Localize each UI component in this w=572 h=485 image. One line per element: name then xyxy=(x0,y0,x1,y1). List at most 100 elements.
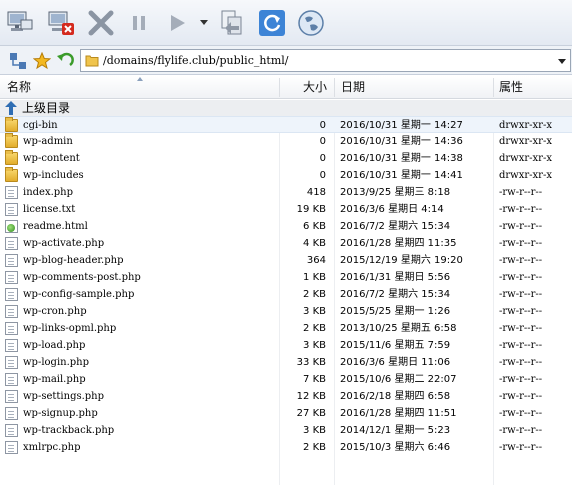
file-attributes: drwxr-xr-x xyxy=(499,153,552,164)
file-name: wp-includes xyxy=(23,170,84,181)
file-date: 2016/10/31 星期一 14:36 xyxy=(340,136,463,147)
file-attributes: -rw-r--r-- xyxy=(499,357,543,368)
file-size: 1 KB xyxy=(303,272,326,283)
file-attributes: -rw-r--r-- xyxy=(499,306,543,317)
file-size: 3 KB xyxy=(303,425,326,436)
connect-icon[interactable] xyxy=(3,6,37,40)
parent-directory-row[interactable]: 上级目录 xyxy=(0,100,572,116)
file-size: 4 KB xyxy=(303,238,326,249)
file-row[interactable]: wp-signup.php 27 KB 2016/1/28 星期四 11:51 -rw… xyxy=(0,405,572,422)
file-size: 3 KB xyxy=(303,306,326,317)
file-row[interactable]: wp-mail.php 7 KB 2015/10/6 星期二 22:07 -rw-r-… xyxy=(0,371,572,388)
file-icon xyxy=(5,186,18,199)
file-row[interactable]: wp-login.php 33 KB 2016/3/6 星期日 11:06 -rw-r… xyxy=(0,354,572,371)
file-icon xyxy=(5,407,18,420)
pause-icon[interactable] xyxy=(122,6,156,40)
file-row[interactable]: wp-activate.php 4 KB 2016/1/28 星期四 11:35 -r… xyxy=(0,235,572,252)
file-date: 2016/3/6 星期日 4:14 xyxy=(340,204,444,215)
play-dropdown-icon[interactable] xyxy=(200,20,208,25)
play-icon[interactable] xyxy=(160,6,194,40)
file-row[interactable]: wp-cron.php 3 KB 2015/5/25 星期一 1:26 -rw-r--… xyxy=(0,303,572,320)
file-date: 2016/7/2 星期六 15:34 xyxy=(340,221,451,232)
file-name: wp-links-opml.php xyxy=(23,323,117,334)
address-bar: /domains/flylife.club/public_html/ xyxy=(0,46,572,75)
path-dropdown-icon[interactable] xyxy=(558,59,566,64)
file-row[interactable]: wp-load.php 3 KB 2015/11/6 星期五 7:59 -rw-r--… xyxy=(0,337,572,354)
disconnect-icon[interactable] xyxy=(44,6,78,40)
folder-icon xyxy=(5,167,18,182)
toolbar xyxy=(0,0,572,46)
file-row[interactable]: wp-content 0 2016/10/31 星期一 14:38 drwxr-xr-… xyxy=(0,150,572,167)
file-date: 2015/12/19 星期六 19:20 xyxy=(340,255,463,266)
favorites-star-icon[interactable] xyxy=(32,51,52,71)
file-row[interactable]: cgi-bin 0 2016/10/31 星期一 14:27 drwxr-xr-x xyxy=(0,116,572,133)
file-attributes: -rw-r--r-- xyxy=(499,408,543,419)
file-name: index.php xyxy=(23,187,74,198)
file-attributes: -rw-r--r-- xyxy=(499,238,543,249)
file-icon xyxy=(5,390,18,403)
file-size: 27 KB xyxy=(296,408,326,419)
file-attributes: -rw-r--r-- xyxy=(499,204,543,215)
folder-icon xyxy=(5,133,18,148)
file-date: 2016/1/31 星期日 5:56 xyxy=(340,272,451,283)
file-name: wp-config-sample.php xyxy=(23,289,135,300)
file-row[interactable]: wp-includes 0 2016/10/31 星期一 14:41 drwxr-xr… xyxy=(0,167,572,184)
up-arrow-icon xyxy=(5,101,17,115)
file-attributes: -rw-r--r-- xyxy=(499,374,543,385)
file-date: 2013/9/25 星期三 8:18 xyxy=(340,187,451,198)
site-manager-icon[interactable] xyxy=(8,51,28,71)
file-row[interactable]: wp-trackback.php 3 KB 2014/12/1 星期一 5:23 -r… xyxy=(0,422,572,439)
file-row[interactable]: readme.html 6 KB 2016/7/2 星期六 15:34 -rw-r--… xyxy=(0,218,572,235)
file-icon xyxy=(5,305,18,318)
file-attributes: -rw-r--r-- xyxy=(499,187,543,198)
file-attributes: drwxr-xr-x xyxy=(499,120,552,131)
file-row[interactable]: license.txt 19 KB 2016/3/6 星期日 4:14 -rw-r--… xyxy=(0,201,572,218)
parent-directory-label: 上级目录 xyxy=(22,101,71,115)
stop-icon[interactable] xyxy=(84,6,118,40)
file-row[interactable]: wp-blog-header.php 364 2015/12/19 星期六 19:2… xyxy=(0,252,572,269)
file-row[interactable]: wp-links-opml.php 2 KB 2013/10/25 星期五 6:58… xyxy=(0,320,572,337)
file-row[interactable]: wp-settings.php 12 KB 2016/2/18 星期四 6:58 -r… xyxy=(0,388,572,405)
file-date: 2015/10/3 星期六 6:46 xyxy=(340,442,451,453)
folder-icon xyxy=(85,55,99,67)
file-icon xyxy=(5,373,18,386)
path-input[interactable]: /domains/flylife.club/public_html/ xyxy=(80,49,571,72)
column-attributes[interactable]: 属性 xyxy=(499,76,523,99)
file-icon xyxy=(5,271,18,284)
html-file-icon xyxy=(5,220,18,233)
file-row[interactable]: index.php 418 2013/9/25 星期三 8:18 -rw-r--r-- xyxy=(0,184,572,201)
browser-icon[interactable] xyxy=(294,6,328,40)
file-date: 2014/12/1 星期一 5:23 xyxy=(340,425,451,436)
file-row[interactable]: wp-comments-post.php 1 KB 2016/1/31 星期日 5:… xyxy=(0,269,572,286)
column-date[interactable]: 日期 xyxy=(341,76,365,99)
file-date: 2016/1/28 星期四 11:51 xyxy=(340,408,457,419)
file-size: 3 KB xyxy=(303,340,326,351)
refresh-icon[interactable] xyxy=(255,6,289,40)
file-size: 2 KB xyxy=(303,289,326,300)
file-attributes: -rw-r--r-- xyxy=(499,425,543,436)
file-name: wp-login.php xyxy=(23,357,90,368)
file-size: 364 xyxy=(306,255,326,266)
file-size: 19 KB xyxy=(296,204,326,215)
file-name: wp-signup.php xyxy=(23,408,98,419)
file-row[interactable]: wp-admin 0 2016/10/31 星期一 14:36 drwxr-xr-x xyxy=(0,133,572,150)
file-name: wp-comments-post.php xyxy=(23,272,141,283)
file-size: 2 KB xyxy=(303,442,326,453)
file-icon xyxy=(5,237,18,250)
file-date: 2016/10/31 星期一 14:27 xyxy=(340,120,463,131)
file-attributes: -rw-r--r-- xyxy=(499,255,543,266)
file-row[interactable]: xmlrpc.php 2 KB 2015/10/3 星期六 6:46 -rw-r--r… xyxy=(0,439,572,456)
file-size: 2 KB xyxy=(303,323,326,334)
transfer-icon[interactable] xyxy=(215,6,249,40)
file-name: wp-trackback.php xyxy=(23,425,115,436)
file-attributes: drwxr-xr-x xyxy=(499,136,552,147)
file-size: 418 xyxy=(306,187,326,198)
file-row[interactable]: wp-config-sample.php 2 KB 2016/7/2 星期六 15:… xyxy=(0,286,572,303)
column-name[interactable]: 名称 xyxy=(7,76,31,99)
back-arrow-icon[interactable] xyxy=(55,51,75,71)
column-header: 名称 大小 日期 属性 xyxy=(0,76,572,99)
file-date: 2016/2/18 星期四 6:58 xyxy=(340,391,451,402)
file-name: wp-blog-header.php xyxy=(23,255,124,266)
file-name: license.txt xyxy=(23,204,76,215)
column-size[interactable]: 大小 xyxy=(302,76,327,99)
